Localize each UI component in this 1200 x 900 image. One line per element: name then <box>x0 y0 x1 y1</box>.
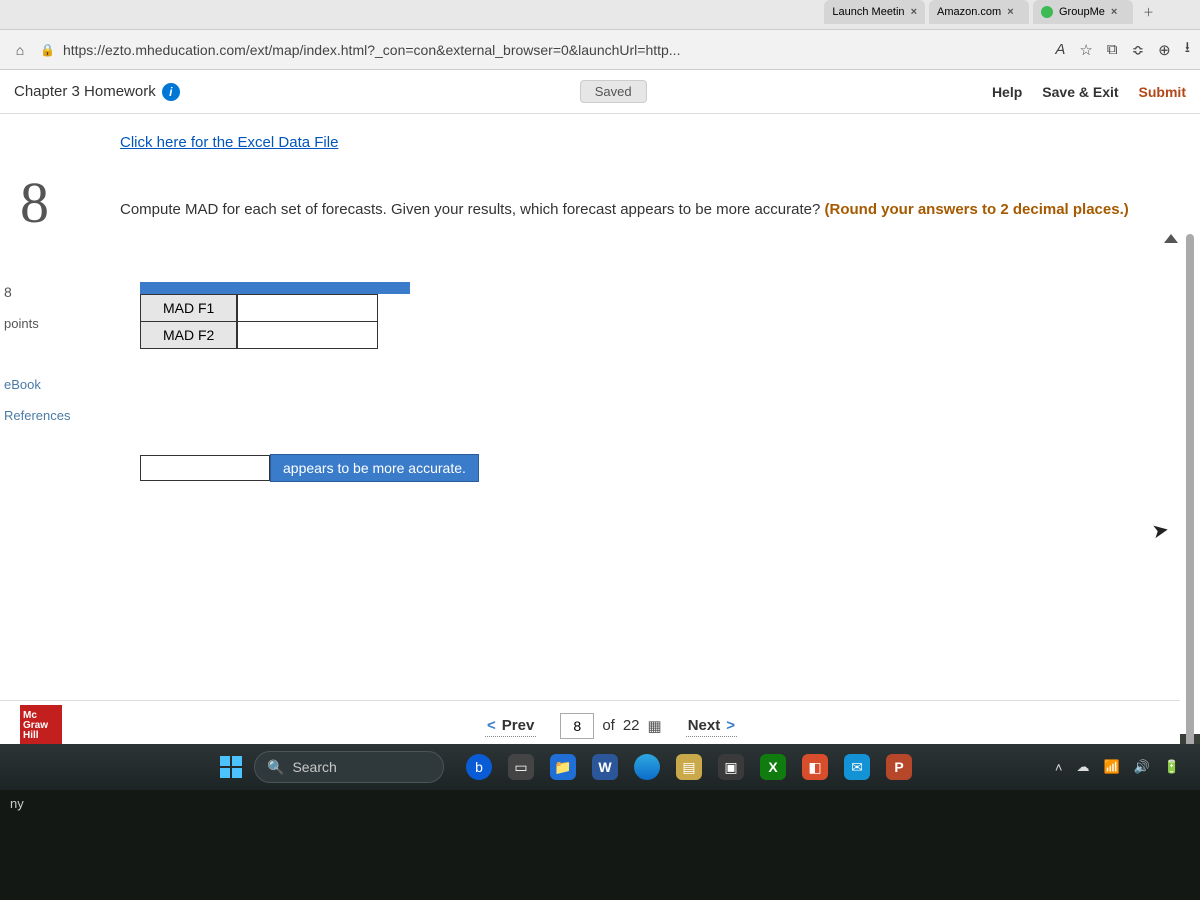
instruction-text: Compute MAD for each set of forecasts. G… <box>120 201 825 218</box>
total-questions: 22 <box>623 717 640 734</box>
chevron-up-icon[interactable]: ˄ <box>1055 760 1063 775</box>
table-header-bar <box>140 282 410 294</box>
task-view-icon[interactable]: ▭ <box>508 754 534 780</box>
row-label: MAD F2 <box>141 322 238 349</box>
footer-text: ny <box>10 796 24 811</box>
bing-icon[interactable]: b <box>466 754 492 780</box>
question-sidebar: 8 points eBook References <box>0 284 100 423</box>
mad-table: MAD F1 MAD F2 <box>140 294 378 349</box>
search-icon: 🔍 <box>267 759 284 776</box>
tab-label: GroupMe <box>1059 6 1105 18</box>
browser-tab-strip: Launch Meetin × Amazon.com × GroupMe × ＋ <box>0 0 1200 30</box>
split-icon[interactable]: ⧉ <box>1107 41 1118 58</box>
read-aloud-icon[interactable]: A <box>1055 41 1065 58</box>
mail-icon[interactable]: ✉ <box>844 754 870 780</box>
submit-button[interactable]: Submit <box>1139 84 1186 100</box>
question-content: Click here for the Excel Data File 8 Com… <box>0 114 1200 734</box>
references-link[interactable]: References <box>4 408 70 423</box>
groupme-icon <box>1041 6 1053 18</box>
points-label: points <box>4 316 39 331</box>
chevron-left-icon: < <box>487 717 496 734</box>
app-icon[interactable]: ▤ <box>676 754 702 780</box>
search-placeholder: Search <box>292 759 336 775</box>
address-bar[interactable]: 🔒 https://ezto.mheducation.com/ext/map/i… <box>40 42 680 58</box>
prev-label: Prev <box>502 717 535 734</box>
browser-tab[interactable]: GroupMe × <box>1033 0 1133 24</box>
accuracy-input[interactable] <box>140 455 270 481</box>
extensions-icon[interactable]: ⊕ <box>1158 41 1171 59</box>
row-label: MAD F1 <box>141 295 238 322</box>
windows-taskbar: 🔍 Search b ▭ 📁 W ▤ ▣ X ◧ ✉ P ˄ ☁ 📶 🔊 🔋 <box>0 744 1200 790</box>
assignment-title: Chapter 3 Homework <box>14 83 156 100</box>
browser-tab[interactable]: Amazon.com × <box>929 0 1029 24</box>
pager: < Prev of 22 ▦ Next > <box>485 713 737 739</box>
current-question-input[interactable] <box>560 713 594 739</box>
taskbar-pinned-apps: b ▭ 📁 W ▤ ▣ X ◧ ✉ P <box>466 754 912 780</box>
grid-icon[interactable]: ▦ <box>648 717 662 735</box>
onedrive-icon[interactable]: ☁ <box>1076 759 1089 775</box>
tab-label: Amazon.com <box>937 6 1001 18</box>
of-label: of <box>602 717 615 734</box>
saved-indicator: Saved <box>580 80 647 103</box>
info-icon[interactable]: i <box>162 83 180 101</box>
mad-f1-input[interactable] <box>238 295 377 321</box>
word-icon[interactable]: W <box>592 754 618 780</box>
cursor-icon: ➤ <box>1150 517 1171 545</box>
pager-position: of 22 ▦ <box>560 713 661 739</box>
mcgraw-hill-logo: Mc Graw Hill <box>20 705 62 747</box>
browser-tab[interactable]: Launch Meetin × <box>824 0 925 24</box>
bottom-region: ny <box>0 790 1200 900</box>
taskbar-tray: ˄ ☁ 📶 🔊 🔋 <box>1055 759 1180 775</box>
chevron-right-icon: > <box>726 717 735 734</box>
close-icon[interactable]: × <box>1007 6 1013 18</box>
question-nav-bar: Mc Graw Hill < Prev of 22 ▦ Next > <box>0 700 1180 750</box>
save-exit-button[interactable]: Save & Exit <box>1042 84 1118 100</box>
battery-icon[interactable]: 🔋 <box>1164 759 1180 775</box>
excel-data-link[interactable]: Click here for the Excel Data File <box>120 134 338 151</box>
volume-icon[interactable]: 🔊 <box>1134 759 1150 775</box>
next-button[interactable]: Next > <box>686 715 737 737</box>
next-label: Next <box>688 717 721 734</box>
close-icon[interactable]: × <box>911 6 917 18</box>
help-button[interactable]: Help <box>992 84 1022 100</box>
mad-f2-input[interactable] <box>238 322 377 348</box>
edge-icon[interactable] <box>634 754 660 780</box>
instruction-hint: (Round your answers to 2 decimal places.… <box>825 201 1129 218</box>
excel-icon[interactable]: X <box>760 754 786 780</box>
scrollbar[interactable] <box>1186 234 1194 754</box>
table-row: MAD F1 <box>141 295 378 322</box>
scroll-up-icon[interactable] <box>1164 234 1178 243</box>
accuracy-label: appears to be more accurate. <box>270 454 479 482</box>
powerpoint-icon[interactable]: P <box>886 754 912 780</box>
tab-label: Launch Meetin <box>832 6 904 18</box>
start-button[interactable] <box>220 756 242 778</box>
question-instruction: Compute MAD for each set of forecasts. G… <box>120 199 1160 220</box>
browser-toolbar: ⌂ 🔒 https://ezto.mheducation.com/ext/map… <box>0 30 1200 70</box>
lock-icon: 🔒 <box>40 43 55 57</box>
home-icon[interactable]: ⌂ <box>10 40 30 60</box>
app-icon[interactable]: ◧ <box>802 754 828 780</box>
close-icon[interactable]: × <box>1111 6 1117 18</box>
prev-button[interactable]: < Prev <box>485 715 536 737</box>
app-icon[interactable]: ▣ <box>718 754 744 780</box>
new-tab-button[interactable]: ＋ <box>1137 0 1160 24</box>
file-explorer-icon[interactable]: 📁 <box>550 754 576 780</box>
accuracy-row: appears to be more accurate. <box>140 454 479 482</box>
question-number: 8 <box>20 169 49 236</box>
wifi-icon[interactable]: 📶 <box>1103 759 1119 775</box>
url-text: https://ezto.mheducation.com/ext/map/ind… <box>63 42 681 58</box>
points-value: 8 <box>4 284 12 300</box>
collections-icon[interactable]: ≎ <box>1132 41 1145 59</box>
taskbar-search[interactable]: 🔍 Search <box>254 751 444 783</box>
downloads-icon[interactable]: ⭳ <box>1185 37 1190 62</box>
assignment-header: Chapter 3 Homework i Saved Help Save & E… <box>0 70 1200 114</box>
favorite-icon[interactable]: ☆ <box>1079 41 1092 59</box>
ebook-link[interactable]: eBook <box>4 377 41 392</box>
table-row: MAD F2 <box>141 322 378 349</box>
